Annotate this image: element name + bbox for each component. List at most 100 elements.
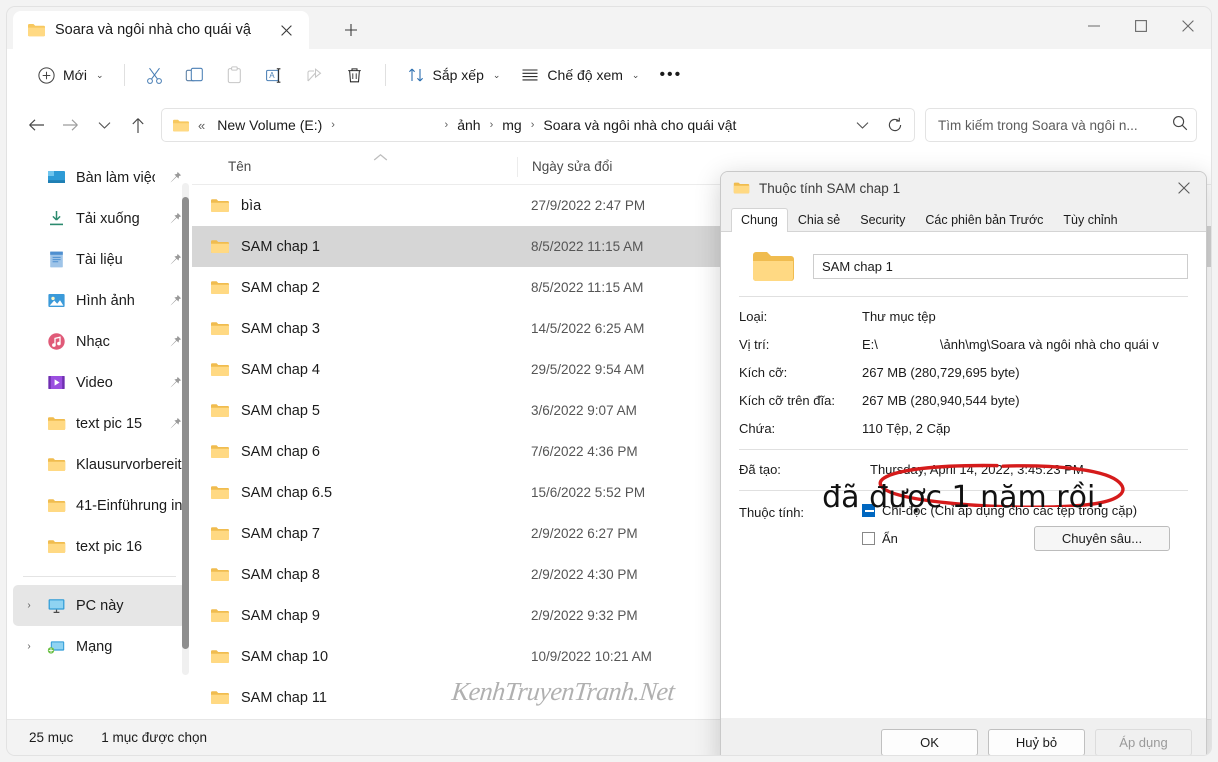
breadcrumb-item-anh[interactable]: ảnh (453, 114, 484, 136)
tab-security[interactable]: Security (850, 208, 915, 232)
sidebar-item-documents[interactable]: Tài liệu (13, 239, 186, 280)
breadcrumb-separator[interactable]: › (530, 119, 536, 131)
new-button[interactable]: Mới ⌄ (27, 58, 113, 92)
ok-button[interactable]: OK (881, 728, 978, 755)
row-name-cell: bìa (192, 197, 517, 214)
column-header-name[interactable]: Tên (192, 159, 517, 174)
cancel-button[interactable]: Huỷ bỏ (988, 728, 1085, 755)
pin-icon[interactable] (164, 171, 186, 184)
search-icon[interactable] (1172, 115, 1188, 136)
sidebar-item-network[interactable]: › Mạng (13, 626, 186, 667)
sidebar-item-music[interactable]: Nhạc (13, 321, 186, 362)
up-button[interactable] (121, 109, 155, 141)
rename-button[interactable]: A (256, 58, 294, 92)
sidebar-item-downloads[interactable]: Tải xuống (13, 198, 186, 239)
tab-chia-se[interactable]: Chia sẻ (788, 208, 850, 232)
paste-icon (225, 65, 245, 85)
folder-icon (210, 689, 230, 706)
folder-name-field[interactable]: SAM chap 1 (813, 253, 1188, 279)
file-name: SAM chap 10 (241, 648, 329, 665)
breadcrumb-overflow[interactable]: « (194, 115, 209, 136)
sidebar-item-text-pic-15[interactable]: text pic 15 (13, 403, 186, 444)
folder-icon (210, 402, 230, 419)
refresh-icon[interactable] (880, 111, 910, 139)
sidebar-item-klausurvorbereit[interactable]: Klausurvorbereit (13, 444, 186, 485)
search-input[interactable]: Tìm kiếm trong Soara và ngôi n... (925, 108, 1197, 142)
recent-locations-button[interactable] (87, 109, 121, 141)
share-button[interactable] (296, 58, 334, 92)
paste-button[interactable] (216, 58, 254, 92)
file-explorer-window: Soara và ngôi nhà cho quái vậ Mới ⌄ A Sắ… (0, 0, 1218, 762)
breadcrumb-item-current[interactable]: Soara và ngôi nhà cho quái vật (539, 114, 740, 136)
close-icon[interactable] (1162, 173, 1206, 204)
folder-icon (210, 566, 230, 583)
hidden-checkbox-row[interactable]: Ẩn Chuyên sâu... (862, 526, 1188, 551)
chevron-right-icon[interactable]: › (21, 600, 37, 611)
file-name: bìa (241, 197, 262, 214)
row-name-cell: SAM chap 6 (192, 443, 517, 460)
breadcrumb-item-drive[interactable]: New Volume (E:) (213, 114, 326, 136)
property-label: Kích cỡ trên đĩa: (739, 393, 835, 408)
property-row-location: Vị trí: E:\ \ảnh\mg\Soara và ngôi nhà cho… (739, 337, 1188, 352)
sidebar-item-label: 41-Einführung in (76, 497, 183, 514)
sort-button[interactable]: Sắp xếp ⌄ (397, 58, 510, 92)
breadcrumb-separator[interactable]: › (330, 119, 336, 131)
view-button-label: Chế độ xem (547, 67, 623, 83)
window-frame: Soara và ngôi nhà cho quái vậ Mới ⌄ A Sắ… (6, 6, 1212, 756)
tab-chung[interactable]: Chung (731, 208, 788, 232)
sidebar-item-pictures[interactable]: Hình ảnh (13, 280, 186, 321)
row-name-cell: SAM chap 2 (192, 279, 517, 296)
tab-tuy-chinh[interactable]: Tùy chỉnh (1053, 208, 1127, 232)
forward-button[interactable] (53, 109, 87, 141)
browser-tab[interactable]: Soara và ngôi nhà cho quái vậ (13, 11, 309, 49)
address-bar[interactable]: « New Volume (E:) › › ảnh › mg › Soara v… (161, 108, 915, 142)
cut-button[interactable] (136, 58, 174, 92)
dialog-divider (739, 296, 1188, 297)
scissors-icon (145, 65, 165, 85)
pictures-icon (46, 290, 67, 311)
view-button[interactable]: Chế độ xem ⌄ (511, 58, 648, 92)
dialog-divider (739, 449, 1188, 450)
hidden-checkbox[interactable] (862, 532, 875, 545)
chevron-down-icon: ⌄ (492, 69, 501, 80)
lines-icon (520, 65, 540, 85)
property-label: Loại: (739, 309, 768, 324)
chevron-down-icon[interactable] (848, 111, 876, 139)
pc-icon (46, 595, 67, 616)
sidebar-item-label: text pic 16 (76, 538, 143, 555)
advanced-button[interactable]: Chuyên sâu... (1034, 526, 1170, 551)
sidebar-item-this-pc[interactable]: › PC này (13, 585, 186, 626)
file-name: SAM chap 8 (241, 566, 320, 583)
minimize-icon[interactable] (1070, 7, 1117, 45)
chevron-right-icon[interactable]: › (21, 641, 37, 652)
network-icon (46, 636, 67, 657)
sidebar-item-text-pic-16[interactable]: text pic 16 (13, 526, 186, 567)
plus-circle-icon (36, 65, 56, 85)
close-icon[interactable] (273, 17, 299, 43)
sidebar-item-label: Video (76, 374, 113, 391)
sidebar-item-videos[interactable]: Video (13, 362, 186, 403)
sidebar-item-41-einfuehrung[interactable]: 41-Einführung in (13, 485, 186, 526)
close-icon[interactable] (1164, 7, 1211, 45)
tab-cac-phien-ban-truoc[interactable]: Các phiên bản Trước (915, 208, 1053, 232)
row-name-cell: SAM chap 1 (192, 238, 517, 255)
delete-button[interactable] (336, 58, 374, 92)
dialog-tab-strip: Chung Chia sẻ Security Các phiên bản Trư… (721, 204, 1206, 232)
row-name-cell: SAM chap 10 (192, 648, 517, 665)
apply-button[interactable]: Áp dụng (1095, 728, 1192, 755)
more-options-button[interactable]: ••• (650, 58, 691, 92)
back-button[interactable] (19, 109, 53, 141)
desktop-icon (46, 167, 67, 188)
maximize-icon[interactable] (1117, 7, 1164, 45)
folder-icon (210, 320, 230, 337)
sidebar-scrollbar-thumb[interactable] (182, 197, 189, 649)
folder-icon (46, 495, 67, 516)
breadcrumb-separator[interactable]: › (489, 119, 495, 131)
copy-button[interactable] (176, 58, 214, 92)
property-value: 110 Tệp, 2 Cặp (862, 421, 951, 436)
breadcrumb-item-mg[interactable]: mg (498, 114, 525, 136)
address-bar-row: « New Volume (E:) › › ảnh › mg › Soara v… (7, 101, 1211, 149)
breadcrumb-separator[interactable]: › (444, 119, 450, 131)
new-tab-button[interactable] (337, 17, 365, 43)
sidebar-item-desktop[interactable]: Bàn làm việc (13, 157, 186, 198)
